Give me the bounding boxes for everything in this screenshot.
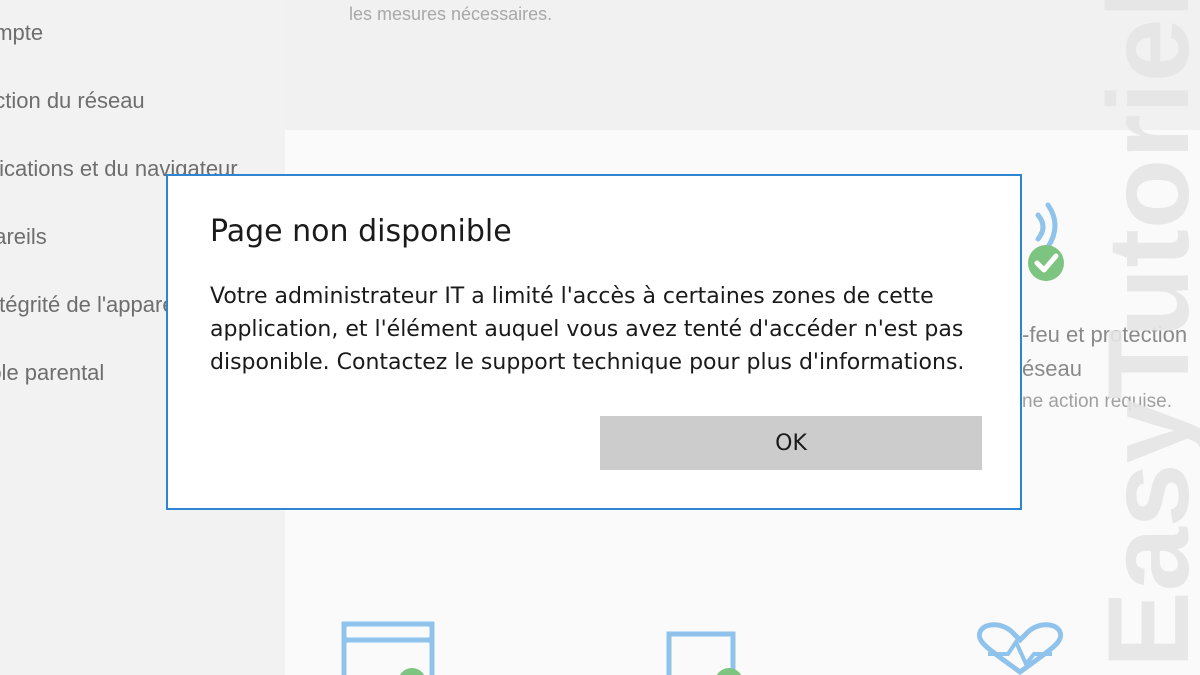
windows-security-screen: les mesures nécessaires. ompte ection du…	[0, 0, 1200, 675]
page-unavailable-dialog: Page non disponible Votre administrateur…	[166, 174, 1022, 510]
top-note: les mesures nécessaires.	[349, 4, 553, 24]
sidebar-item-parental-control[interactable]: rôle parental	[0, 360, 122, 386]
device-security-icon	[666, 631, 742, 675]
sidebar-item-network-protection[interactable]: ection du réseau	[0, 88, 163, 114]
watermark-text: EasyTutoriel	[1085, 0, 1200, 668]
dialog-message: Votre administrateur IT a limité l'accès…	[210, 284, 965, 375]
sidebar-item-account[interactable]: ompte	[0, 20, 61, 46]
ok-button[interactable]: OK	[600, 416, 982, 470]
app-browser-icon	[341, 621, 435, 675]
dialog-title: Page non disponible	[210, 214, 512, 249]
sidebar-item-label: ection du réseau	[0, 88, 145, 113]
sidebar-item-label: pareils	[0, 224, 47, 249]
sidebar-item-devices[interactable]: pareils	[0, 224, 65, 250]
heart-health-icon	[976, 622, 1064, 675]
easytutoriel-watermark: EasyTutoriel	[1085, 0, 1200, 668]
sidebar-item-label: intégrité de l'appareil	[0, 292, 185, 317]
sidebar-item-label: rôle parental	[0, 360, 105, 385]
sidebar-item-label: ompte	[0, 20, 44, 45]
tile-title-line2: éseau	[1022, 356, 1082, 381]
